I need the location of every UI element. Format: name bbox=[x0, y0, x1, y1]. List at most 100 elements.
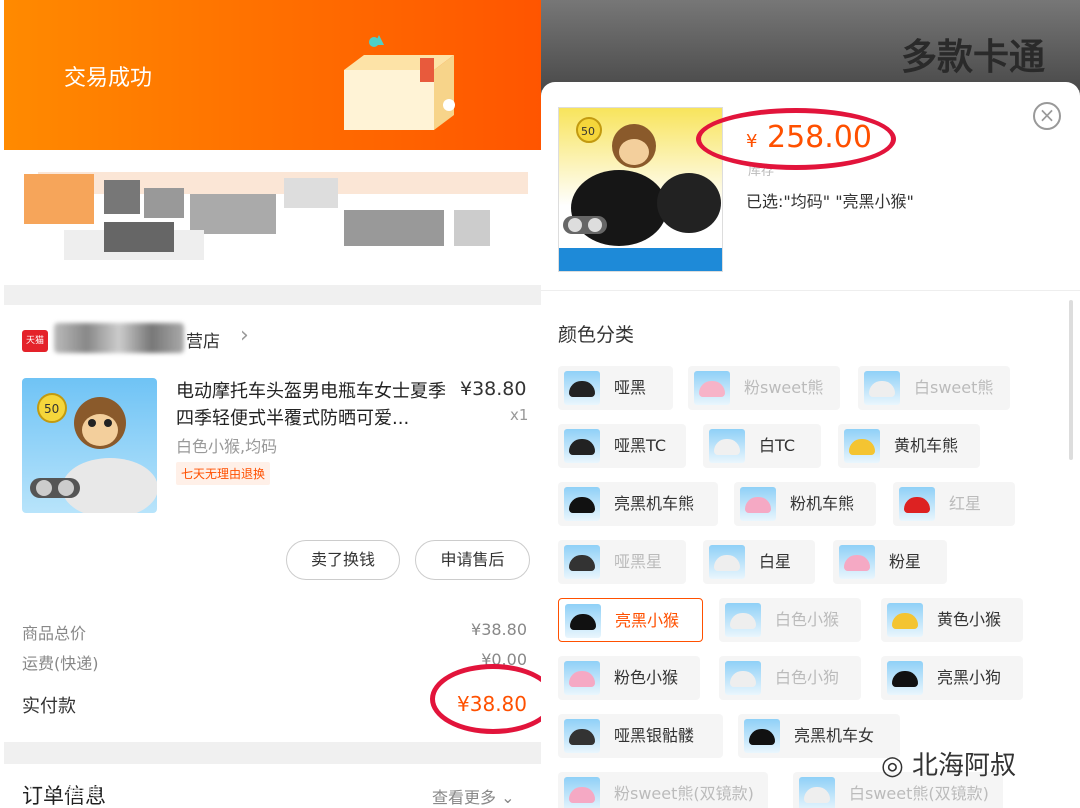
option-label: 亮黑小狗 bbox=[937, 668, 1002, 687]
tmall-badge: 天猫 bbox=[22, 330, 48, 352]
color-option[interactable]: 粉机车熊 bbox=[734, 482, 876, 526]
sell-button[interactable]: 卖了换钱 bbox=[286, 540, 400, 580]
status-banner: 交易成功 bbox=[4, 0, 541, 150]
divider bbox=[541, 290, 1080, 291]
option-label: 粉色小猴 bbox=[614, 668, 679, 687]
option-label: 粉sweet熊 bbox=[744, 378, 824, 397]
color-option[interactable]: 亮黑小猴 bbox=[558, 598, 703, 642]
color-option[interactable]: 粉色小猴 bbox=[558, 656, 700, 700]
product-price: ¥38.80 bbox=[460, 378, 527, 400]
option-thumbnail bbox=[564, 661, 600, 695]
product-title[interactable]: 电动摩托车头盔男电瓶车女士夏季四季轻便式半覆式防晒可爱... bbox=[176, 378, 456, 432]
color-option[interactable]: 亮黑机车熊 bbox=[558, 482, 718, 526]
helmet-icon bbox=[869, 381, 895, 397]
option-label: 白sweet熊 bbox=[914, 378, 994, 397]
option-label: 粉星 bbox=[889, 552, 922, 571]
order-status-title: 交易成功 bbox=[64, 66, 153, 91]
color-option[interactable]: 粉星 bbox=[833, 540, 947, 584]
helmet-icon bbox=[745, 497, 771, 513]
option-label: 黄机车熊 bbox=[894, 436, 959, 455]
color-option[interactable]: 黄色小猴 bbox=[881, 598, 1023, 642]
sku-panel: 多款卡通 50 ¥ 258.00 库存 已选:"均码" "亮黑小猴" × 颜色分… bbox=[541, 0, 1080, 808]
shipping-row: 运费(快递) ¥0.00 bbox=[22, 650, 527, 674]
chevron-right-icon: › bbox=[240, 323, 249, 348]
helmet-icon bbox=[570, 614, 596, 630]
color-option: 粉sweet熊 bbox=[688, 366, 840, 410]
watermark-author: ◎ 北海阿叔 bbox=[881, 745, 1016, 782]
store-name-blurred bbox=[54, 323, 184, 353]
color-option[interactable]: 白星 bbox=[703, 540, 815, 584]
helmet-icon bbox=[892, 671, 918, 687]
option-thumbnail bbox=[744, 719, 780, 753]
option-thumbnail bbox=[564, 429, 600, 463]
option-label: 粉机车熊 bbox=[790, 494, 855, 513]
goods-total-label: 商品总价 bbox=[22, 624, 87, 643]
close-icon[interactable]: × bbox=[1033, 102, 1061, 130]
svg-text:50: 50 bbox=[581, 125, 595, 138]
option-thumbnail bbox=[887, 661, 923, 695]
option-thumbnail bbox=[565, 604, 601, 638]
color-option[interactable]: 白TC bbox=[703, 424, 821, 468]
color-option: 白色小狗 bbox=[719, 656, 861, 700]
option-thumbnail bbox=[564, 545, 600, 579]
option-label: 黄色小猴 bbox=[937, 610, 1002, 629]
color-option[interactable]: 哑黑TC bbox=[558, 424, 686, 468]
helmet-icon bbox=[749, 729, 775, 745]
watermark-text: (c) 文潮随境 bbox=[8, 776, 121, 800]
sku-selected-text: 已选:"均码" "亮黑小猴" bbox=[746, 192, 914, 211]
helmet-icon bbox=[844, 555, 870, 571]
product-quantity: x1 bbox=[510, 406, 529, 424]
color-section-title: 颜色分类 bbox=[558, 324, 635, 346]
color-option[interactable]: 黄机车熊 bbox=[838, 424, 980, 468]
screenshot-root: 交易成功 天猫 营店 › 50 电动摩托车头盔男电瓶车女士夏季四季轻便式半覆式防… bbox=[0, 0, 1080, 808]
color-option[interactable]: 亮黑机车女 bbox=[738, 714, 900, 758]
helmet-icon bbox=[569, 381, 595, 397]
color-option: 红星 bbox=[893, 482, 1015, 526]
watermark-author-text: 北海阿叔 bbox=[911, 751, 1016, 781]
helmet-icon bbox=[569, 439, 595, 455]
scrollbar[interactable] bbox=[1069, 300, 1073, 460]
option-thumbnail bbox=[839, 545, 875, 579]
option-label: 哑黑银骷髅 bbox=[614, 726, 695, 745]
annotation-circle-price bbox=[696, 108, 896, 170]
helmet-icon bbox=[569, 555, 595, 571]
helmet-icon bbox=[714, 439, 740, 455]
option-thumbnail bbox=[709, 545, 745, 579]
helmet-icon bbox=[569, 497, 595, 513]
option-label: 粉sweet熊(双镜款) bbox=[614, 784, 754, 803]
helmet-icon bbox=[569, 729, 595, 745]
color-option[interactable]: 哑黑 bbox=[558, 366, 673, 410]
option-label: 亮黑机车熊 bbox=[614, 494, 695, 513]
address-blurred bbox=[4, 160, 541, 275]
helmet-icon bbox=[730, 613, 756, 629]
option-thumbnail bbox=[799, 777, 835, 808]
store-name: 营店 bbox=[186, 332, 220, 352]
view-more-link[interactable]: 查看更多 ⌄ bbox=[432, 784, 515, 808]
helmet-icon bbox=[849, 439, 875, 455]
svg-text:50: 50 bbox=[44, 402, 59, 416]
after-sale-button[interactable]: 申请售后 bbox=[415, 540, 530, 580]
option-label: 哑黑星 bbox=[614, 552, 663, 571]
color-option: 粉sweet熊(双镜款) bbox=[558, 772, 768, 808]
option-thumbnail bbox=[740, 487, 776, 521]
helmet-icon bbox=[569, 787, 595, 803]
option-thumbnail bbox=[564, 777, 600, 808]
color-option: 白色小猴 bbox=[719, 598, 861, 642]
option-label: 白TC bbox=[759, 436, 796, 455]
section-gap bbox=[4, 285, 541, 305]
option-label: 红星 bbox=[949, 494, 982, 513]
color-option[interactable]: 哑黑银骷髅 bbox=[558, 714, 723, 758]
paid-label: 实付款 bbox=[22, 696, 76, 717]
box-illustration-icon bbox=[344, 35, 455, 130]
annotation-circle-paid bbox=[430, 664, 541, 734]
return-policy-badge: 七天无理由退换 bbox=[176, 462, 271, 485]
option-thumbnail bbox=[564, 719, 600, 753]
color-option[interactable]: 亮黑小狗 bbox=[881, 656, 1023, 700]
option-thumbnail bbox=[694, 371, 730, 405]
helmet-icon bbox=[569, 671, 595, 687]
product-thumbnail[interactable]: 50 bbox=[22, 378, 157, 513]
helmet-icon bbox=[699, 381, 725, 397]
order-detail-panel: 交易成功 天猫 营店 › 50 电动摩托车头盔男电瓶车女士夏季四季轻便式半覆式防… bbox=[0, 0, 541, 808]
option-thumbnail bbox=[564, 487, 600, 521]
store-row[interactable]: 天猫 营店 › bbox=[4, 305, 541, 365]
